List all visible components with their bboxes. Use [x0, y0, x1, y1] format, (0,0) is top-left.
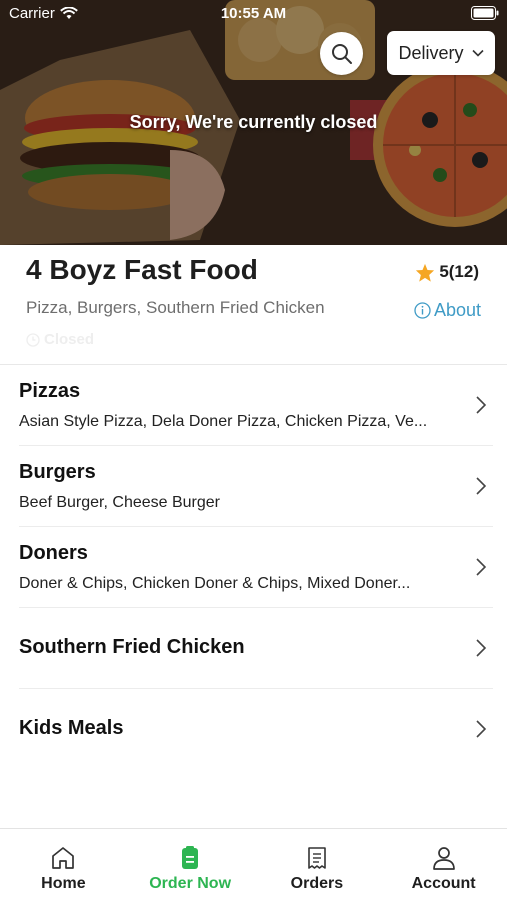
- clock-icon: [26, 332, 40, 347]
- status-bar: Carrier 10:55 AM: [0, 0, 507, 28]
- tab-orders[interactable]: Orders: [254, 829, 381, 900]
- category-title: Southern Fried Chicken: [19, 636, 245, 658]
- category-title: Kids Meals: [19, 717, 124, 739]
- category-doners[interactable]: Doners Doner & Chips, Chicken Doner & Ch…: [19, 527, 493, 608]
- tab-label: Order Now: [149, 875, 232, 892]
- closed-notice: Sorry, We're currently closed: [129, 112, 378, 132]
- tab-order-now[interactable]: Order Now: [127, 829, 254, 900]
- tab-account[interactable]: Account: [380, 829, 507, 900]
- chevron-right-icon: [476, 639, 487, 657]
- chevron-right-icon: [476, 396, 487, 414]
- delivery-mode-value: Delivery: [398, 42, 464, 63]
- category-pizzas[interactable]: Pizzas Asian Style Pizza, Dela Doner Piz…: [19, 365, 493, 446]
- menu-category-list: Pizzas Asian Style Pizza, Dela Doner Piz…: [0, 365, 507, 769]
- chevron-right-icon: [476, 720, 487, 738]
- delivery-mode-select[interactable]: Delivery: [387, 31, 495, 75]
- chevron-down-icon: [471, 49, 484, 57]
- category-burgers[interactable]: Burgers Beef Burger, Cheese Burger: [19, 446, 493, 527]
- tab-label: Home: [41, 875, 86, 892]
- tab-home[interactable]: Home: [0, 829, 127, 900]
- battery-icon: [471, 6, 499, 20]
- category-kids-meals[interactable]: Kids Meals: [19, 689, 493, 769]
- about-label: About: [433, 300, 481, 320]
- clock: 10:55 AM: [220, 5, 287, 22]
- orders-icon: [308, 847, 326, 869]
- bottom-tab-bar: Home Order Now Orders Account: [0, 828, 507, 900]
- tab-label: Account: [411, 875, 476, 892]
- category-items: Doner & Chips, Chicken Doner & Chips, Mi…: [19, 575, 411, 592]
- app-screen: Carrier 10:55 AM Delivery Sorry, We're c…: [0, 0, 507, 900]
- tab-label: Orders: [290, 875, 344, 892]
- restaurant-hero: Carrier 10:55 AM Delivery Sorry, We're c…: [0, 0, 507, 245]
- search-icon: [331, 43, 352, 64]
- order-now-icon: [182, 846, 199, 869]
- account-icon: [432, 847, 455, 870]
- star-icon: [416, 263, 435, 282]
- search-button[interactable]: [320, 32, 363, 75]
- open-status: Closed: [26, 331, 94, 348]
- info-icon: [414, 302, 431, 319]
- open-status-text: Closed: [44, 331, 95, 348]
- home-icon: [52, 847, 75, 869]
- chevron-right-icon: [476, 558, 487, 576]
- rating[interactable]: 5(12): [415, 262, 479, 282]
- category-title: Burgers: [19, 461, 96, 483]
- category-items: Beef Burger, Cheese Burger: [19, 494, 221, 511]
- category-title: Pizzas: [19, 380, 81, 402]
- category-items: Asian Style Pizza, Dela Doner Pizza, Chi…: [19, 413, 428, 430]
- rating-value: 5(12): [439, 262, 479, 281]
- category-title: Doners: [19, 542, 88, 564]
- chevron-right-icon: [476, 477, 487, 495]
- restaurant-name: 4 Boyz Fast Food: [26, 254, 258, 285]
- cuisine-list: Pizza, Burgers, Southern Fried Chicken: [26, 298, 325, 317]
- about-link[interactable]: About: [414, 300, 481, 321]
- category-southern-fried-chicken[interactable]: Southern Fried Chicken: [19, 608, 493, 689]
